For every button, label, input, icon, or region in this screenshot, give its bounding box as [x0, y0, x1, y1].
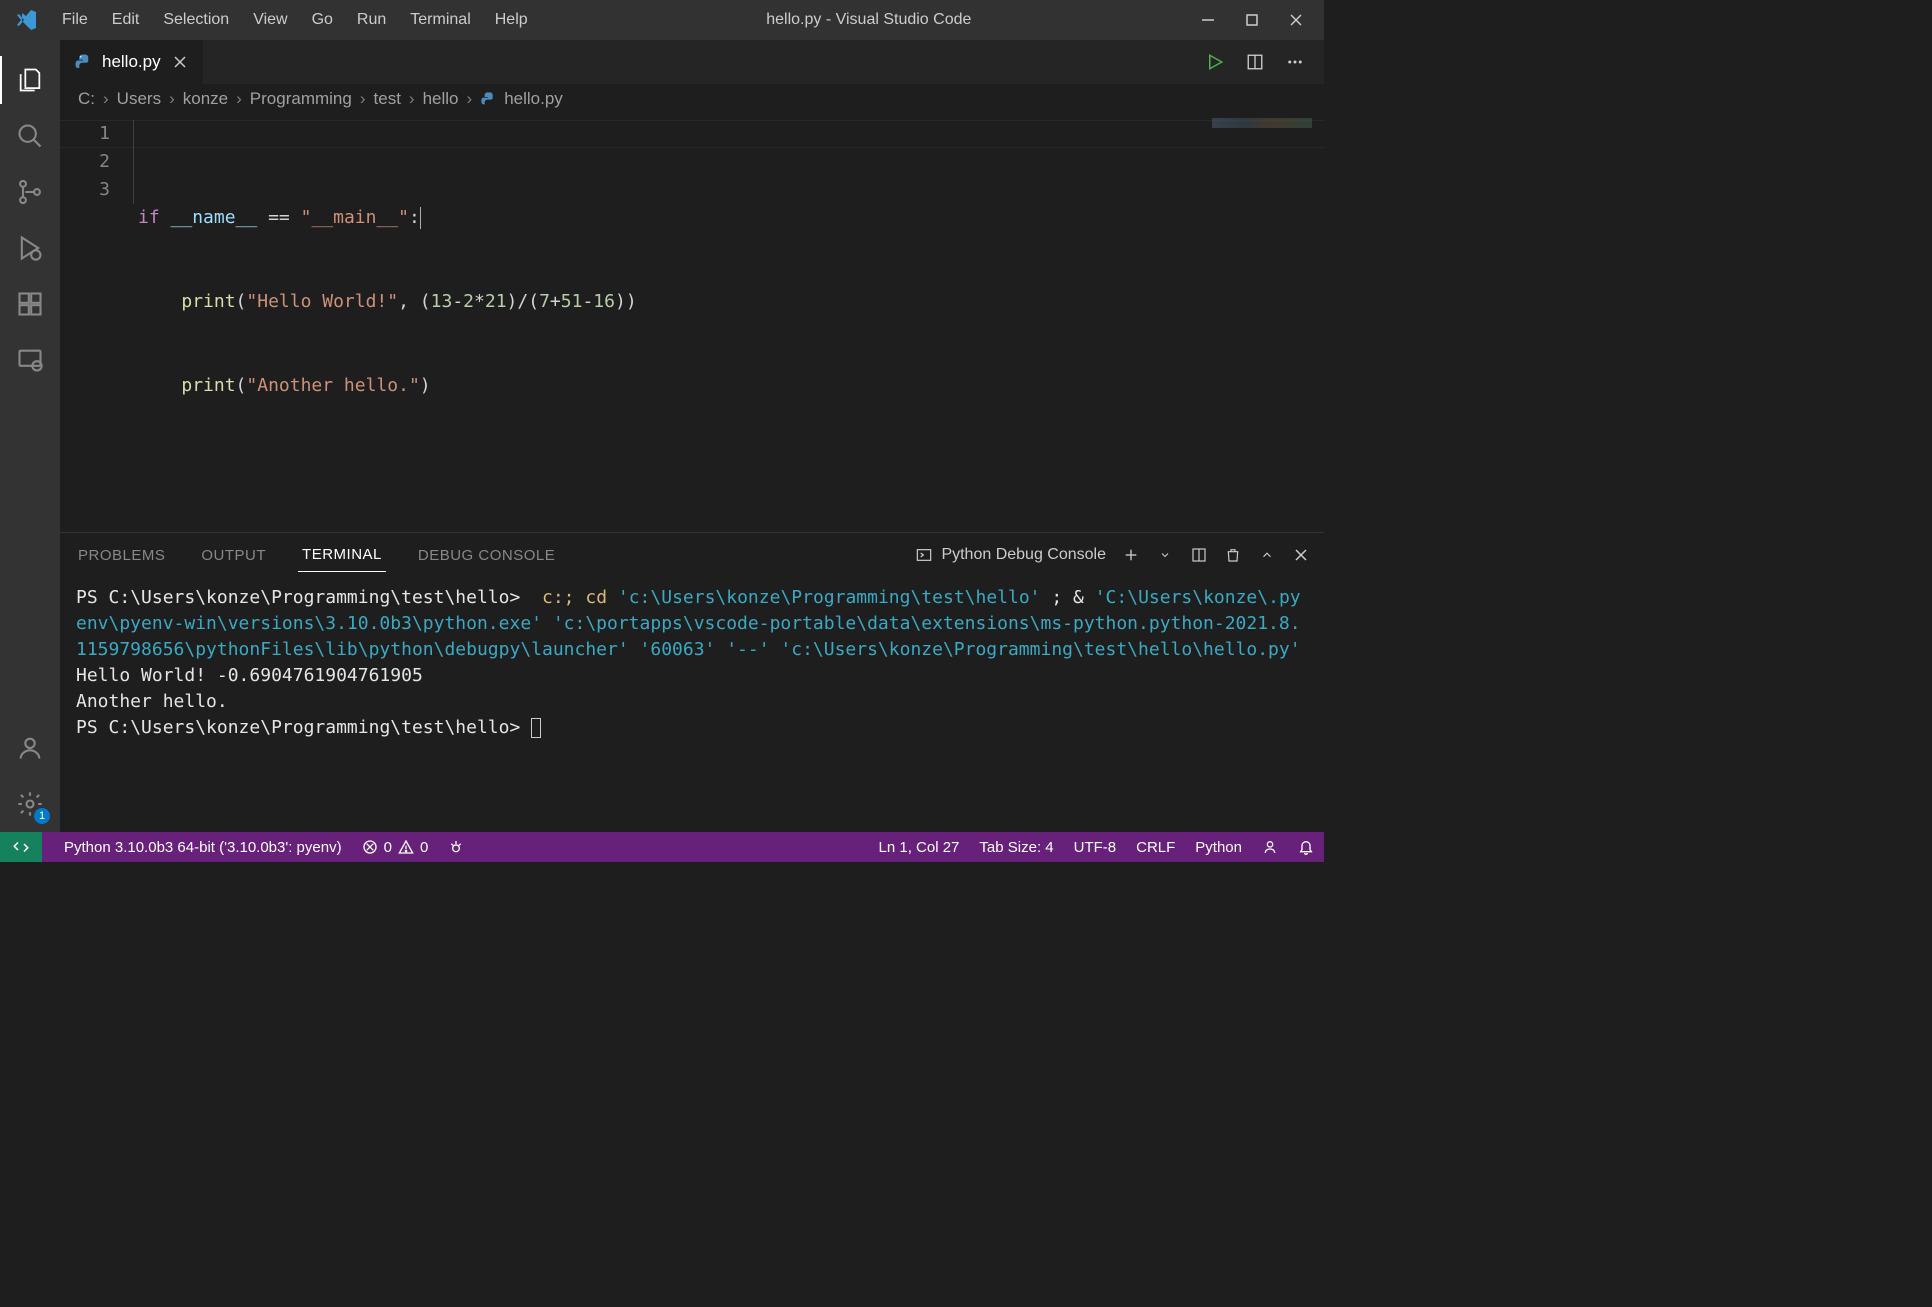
code-editor[interactable]: 1 2 3 if __name__ == "__main__": print("…: [60, 114, 1324, 532]
bc-4[interactable]: test: [374, 89, 401, 109]
minimap[interactable]: [1212, 118, 1312, 128]
close-panel-icon[interactable]: [1292, 546, 1310, 564]
bc-6[interactable]: hello.py: [504, 89, 563, 109]
run-debug-icon[interactable]: [12, 230, 48, 266]
terminal-cursor: [531, 718, 541, 738]
window-controls: [1198, 10, 1306, 30]
bc-2[interactable]: konze: [183, 89, 228, 109]
kill-terminal-icon[interactable]: [1224, 546, 1242, 564]
status-debug-icon[interactable]: [438, 832, 474, 862]
split-terminal-icon[interactable]: [1190, 546, 1208, 564]
editor-area: hello.py C:› Users› konze› Programming› …: [60, 40, 1324, 832]
vscode-logo-icon: [14, 8, 38, 32]
menu-help[interactable]: Help: [483, 5, 540, 35]
tab-label: hello.py: [102, 52, 161, 72]
more-actions-icon[interactable]: [1284, 51, 1306, 73]
terminal-dropdown-icon[interactable]: [1156, 546, 1174, 564]
panel: PROBLEMS OUTPUT TERMINAL DEBUG CONSOLE P…: [60, 532, 1324, 832]
panel-tab-debug[interactable]: DEBUG CONSOLE: [414, 539, 559, 572]
bc-5[interactable]: hello: [423, 89, 459, 109]
menu-file[interactable]: File: [50, 5, 100, 35]
terminal-output[interactable]: PS C:\Users\konze\Programming\test\hello…: [60, 577, 1324, 832]
minimize-icon[interactable]: [1198, 10, 1218, 30]
menu-run[interactable]: Run: [345, 5, 398, 35]
remote-explorer-icon[interactable]: [12, 342, 48, 378]
extensions-icon[interactable]: [12, 286, 48, 322]
menu-edit[interactable]: Edit: [100, 5, 152, 35]
status-feedback-icon[interactable]: [1252, 832, 1288, 862]
close-window-icon[interactable]: [1286, 10, 1306, 30]
python-file-icon: [480, 91, 496, 107]
status-bell-icon[interactable]: [1288, 832, 1324, 862]
gutter: 1 2 3: [60, 114, 130, 532]
code-content[interactable]: if __name__ == "__main__": print("Hello …: [130, 114, 637, 532]
status-interpreter[interactable]: Python 3.10.0b3 64-bit ('3.10.0b3': pyen…: [54, 832, 352, 862]
panel-tab-problems[interactable]: PROBLEMS: [74, 539, 169, 572]
menubar: File Edit Selection View Go Run Terminal…: [50, 5, 540, 35]
menu-go[interactable]: Go: [300, 5, 345, 35]
tab-hello-py[interactable]: hello.py: [60, 40, 204, 84]
status-eol[interactable]: CRLF: [1126, 832, 1185, 862]
new-terminal-icon[interactable]: [1122, 546, 1140, 564]
terminal-shell-label[interactable]: Python Debug Console: [915, 546, 1106, 564]
editor-actions: [1204, 51, 1324, 73]
panel-tab-terminal[interactable]: TERMINAL: [298, 538, 386, 572]
status-indent[interactable]: Tab Size: 4: [969, 832, 1063, 862]
source-control-icon[interactable]: [12, 174, 48, 210]
statusbar: Python 3.10.0b3 64-bit ('3.10.0b3': pyen…: [0, 832, 1324, 862]
tab-close-icon[interactable]: [171, 53, 189, 71]
status-encoding[interactable]: UTF-8: [1064, 832, 1127, 862]
tabbar: hello.py: [60, 40, 1324, 84]
accounts-icon[interactable]: [12, 730, 48, 766]
explorer-icon[interactable]: [12, 62, 48, 98]
menu-selection[interactable]: Selection: [151, 5, 241, 35]
split-editor-icon[interactable]: [1244, 51, 1266, 73]
status-language[interactable]: Python: [1185, 832, 1252, 862]
run-file-icon[interactable]: [1204, 51, 1226, 73]
titlebar: File Edit Selection View Go Run Terminal…: [0, 0, 1324, 40]
maximize-panel-icon[interactable]: [1258, 546, 1276, 564]
activitybar: 1: [0, 40, 60, 832]
main: 1 hello.py C:› Users› konze› Programming…: [0, 40, 1324, 832]
panel-tab-output[interactable]: OUTPUT: [197, 539, 270, 572]
python-file-icon: [74, 53, 92, 71]
bc-1[interactable]: Users: [117, 89, 161, 109]
bc-0[interactable]: C:: [78, 89, 95, 109]
status-problems[interactable]: 0 0: [352, 832, 439, 862]
breadcrumbs[interactable]: C:› Users› konze› Programming› test› hel…: [60, 84, 1324, 114]
bc-3[interactable]: Programming: [250, 89, 352, 109]
menu-terminal[interactable]: Terminal: [398, 5, 482, 35]
maximize-icon[interactable]: [1242, 10, 1262, 30]
window-title: hello.py - Visual Studio Code: [540, 11, 1198, 29]
menu-view[interactable]: View: [241, 5, 299, 35]
settings-badge: 1: [34, 808, 50, 824]
search-icon[interactable]: [12, 118, 48, 154]
settings-gear-icon[interactable]: 1: [12, 786, 48, 822]
debug-console-icon: [915, 546, 933, 564]
remote-indicator-icon[interactable]: [0, 832, 42, 862]
status-cursor-pos[interactable]: Ln 1, Col 27: [869, 832, 970, 862]
panel-tabs: PROBLEMS OUTPUT TERMINAL DEBUG CONSOLE P…: [60, 533, 1324, 577]
